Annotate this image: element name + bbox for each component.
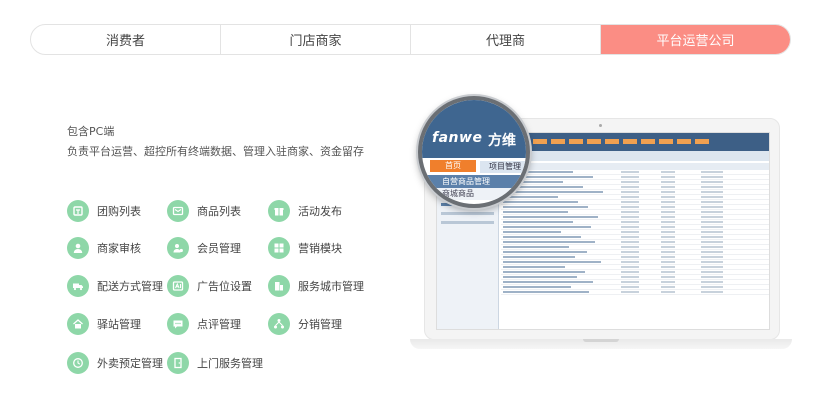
feature-label: 上门服务管理 <box>197 357 263 370</box>
laptop-notch <box>583 339 619 342</box>
gift-icon <box>268 200 290 222</box>
tab-consumer[interactable]: 消费者 <box>31 25 221 54</box>
door-icon <box>167 352 189 374</box>
feature-label: 驿站管理 <box>97 318 141 331</box>
tab-store-merchant[interactable]: 门店商家 <box>221 25 411 54</box>
station-house-icon <box>67 313 89 335</box>
feature-station-management: 驿站管理 <box>67 312 141 336</box>
admin-data-table <box>501 163 769 329</box>
platform-description: 负责平台运营、超控所有终端数据、管理入驻商家、资金留存 <box>67 145 364 158</box>
feature-label: 服务城市管理 <box>298 280 364 293</box>
feature-ad-slot-settings: 广告位设置 <box>167 274 252 298</box>
feature-home-service: 上门服务管理 <box>167 351 263 375</box>
feature-label: 活动发布 <box>298 205 342 218</box>
member-icon <box>167 237 189 259</box>
pc-support-label: 包含PC端 <box>67 125 115 138</box>
feature-product-list: 商品列表 <box>167 199 241 223</box>
laptop-camera <box>599 124 602 127</box>
clock-icon <box>67 352 89 374</box>
feature-member-management: 会员管理 <box>167 236 241 260</box>
group-buy-icon <box>67 200 89 222</box>
feature-label: 商品列表 <box>197 205 241 218</box>
city-building-icon <box>268 275 290 297</box>
role-tab-bar: 消费者 门店商家 代理商 平台运营公司 <box>30 24 791 55</box>
magnified-home-tab: 首页 <box>430 160 476 172</box>
magnifier-lens: fanwe 方维 首页 项目管理 自营商品管理 商城商品 <box>418 96 530 208</box>
feature-label: 营销模块 <box>298 242 342 255</box>
tab-agent[interactable]: 代理商 <box>411 25 601 54</box>
feature-distribution-management: 分销管理 <box>268 312 342 336</box>
marketing-grid-icon <box>268 237 290 259</box>
fanwe-logo-cn: 方维 <box>488 133 516 149</box>
fanwe-logo: fanwe <box>432 130 483 146</box>
feature-review-management: 点评管理 <box>167 312 241 336</box>
feature-label: 分销管理 <box>298 318 342 331</box>
feature-service-city: 服务城市管理 <box>268 274 364 298</box>
magnified-project-tab: 项目管理 <box>480 161 526 173</box>
feature-label: 点评管理 <box>197 318 241 331</box>
product-list-icon <box>167 200 189 222</box>
distribution-network-icon <box>268 313 290 335</box>
feature-group-buy-list: 团购列表 <box>67 199 141 223</box>
feature-label: 商家审核 <box>97 242 141 255</box>
feature-label: 会员管理 <box>197 242 241 255</box>
magnified-section-title: 自营商品管理 <box>422 175 526 188</box>
feature-merchant-review: 商家审核 <box>67 236 141 260</box>
feature-marketing-module: 营销模块 <box>268 236 342 260</box>
comment-bubble-icon <box>167 313 189 335</box>
delivery-truck-icon <box>67 275 89 297</box>
tab-platform-operator[interactable]: 平台运营公司 <box>601 25 790 54</box>
feature-label: 团购列表 <box>97 205 141 218</box>
feature-delivery-method: 配送方式管理 <box>67 274 163 298</box>
feature-label: 外卖预定管理 <box>97 357 163 370</box>
merchant-review-icon <box>67 237 89 259</box>
feature-event-publish: 活动发布 <box>268 199 342 223</box>
feature-label: 配送方式管理 <box>97 280 163 293</box>
feature-label: 广告位设置 <box>197 280 252 293</box>
magnified-subsection: 商城商品 <box>422 188 526 200</box>
ad-slot-icon <box>167 275 189 297</box>
feature-takeout-booking: 外卖预定管理 <box>67 351 163 375</box>
